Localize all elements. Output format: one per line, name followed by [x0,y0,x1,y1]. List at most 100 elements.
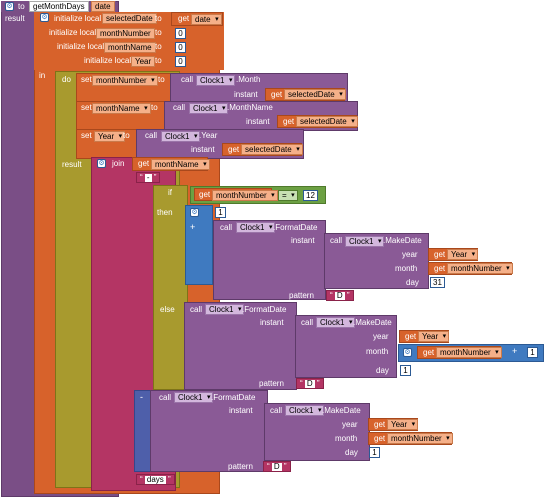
init-value-2[interactable]: 0 [175,28,186,39]
set-to-2: to [151,103,158,112]
else-label: else [160,305,175,314]
init-label-4: initialize local [84,56,132,65]
then-number[interactable]: 1 [215,207,226,218]
call-label-make-then: call [330,236,343,245]
init-label-1: initialize local [54,14,102,23]
init-value-3[interactable]: 0 [175,42,186,53]
call-label-make-else: call [301,318,314,327]
set-label-3: set [81,131,92,140]
get-label-month-else: get [423,348,435,357]
instant-label-2: instant [246,117,270,126]
init-var-3[interactable]: monthName [104,42,156,53]
get-label-month-minus: get [374,434,386,443]
call-label-minus: call [159,393,172,402]
formatdate-else-block[interactable] [184,302,297,390]
day-label-else: day [376,366,389,375]
init-to-4: to [155,56,162,65]
get-selectedDate-dropdown-2[interactable]: selectedDate [296,116,358,127]
proc-result-label: result [5,14,25,23]
init-to-3: to [155,42,162,51]
set-var-3[interactable]: Year [94,131,126,142]
get-label-2: get [283,117,295,126]
init-to-1: to [155,14,162,23]
set-to-3: to [123,131,130,140]
get-year-dropdown-else[interactable]: Year [418,331,450,342]
set-var-1[interactable]: monthNumber [92,75,158,86]
day-label-minus: day [345,448,358,457]
get-month-dropdown-then[interactable]: monthNumber [447,263,513,274]
days-string[interactable]: “ days ” [136,474,175,485]
day-value-else[interactable]: 1 [400,365,411,376]
call-label-1: call [181,75,194,84]
proc-param[interactable]: date [91,1,115,12]
get-date-dropdown[interactable]: date [191,14,222,25]
plus-sign-else: + [512,346,518,356]
init-label-3: initialize local [57,42,105,51]
result-label: result [62,160,82,169]
set-var-2[interactable]: monthName [92,103,151,114]
comp-dropdown-then[interactable]: Clock1 [236,222,276,233]
comp-dropdown-make-minus[interactable]: Clock1 [285,405,325,416]
add-gear-icon-then[interactable]: ⚙ [190,208,199,217]
pattern-string-else[interactable]: “ D ” [296,378,324,389]
year-label-minus: year [342,420,358,429]
add-block-then[interactable] [185,205,213,285]
get-label-year-minus: get [374,420,386,429]
get-label-year-else: get [405,332,417,341]
comp-dropdown-3[interactable]: Clock1 [161,131,201,142]
init-var-4[interactable]: Year [131,56,156,67]
call-label-then: call [220,223,233,232]
get-label-1: get [271,90,283,99]
comp-dropdown-minus[interactable]: Clock1 [174,392,214,403]
init-var-1[interactable]: selectedDate [102,13,157,24]
method-1: .Month [236,75,261,84]
proc-name-field[interactable]: getMonthDays [29,1,89,12]
in-label: in [39,71,46,80]
init-var-2[interactable]: monthNumber [96,28,155,39]
year-label-else: year [373,332,389,341]
method-3: .Year [199,131,218,140]
pattern-string-then[interactable]: “ D ” [326,290,354,301]
comp-dropdown-2[interactable]: Clock1 [189,103,229,114]
init-label-2: initialize local [49,28,97,37]
separator-string[interactable]: “ - ” [136,172,161,183]
comp-dropdown-make-then[interactable]: Clock1 [345,236,385,247]
day-value-then[interactable]: 31 [430,277,445,288]
month-label-minus: month [335,434,358,443]
comp-dropdown-make-else[interactable]: Clock1 [316,317,356,328]
get-label-year-then: get [434,250,446,259]
get-month-dropdown-minus[interactable]: monthNumber [387,433,453,444]
add-gear-icon-else[interactable]: ⚙ [403,348,412,357]
pattern-label-else: pattern [259,379,284,388]
get-year-dropdown-minus[interactable]: Year [387,419,419,430]
formatdate-else-method: .FormatDate [242,305,287,314]
get-month-dropdown-else[interactable]: monthNumber [436,347,502,358]
get-selectedDate-dropdown-1[interactable]: selectedDate [284,89,346,100]
pattern-string-minus[interactable]: “ D ” [263,461,291,472]
get-label-3: get [228,145,240,154]
join-gear-icon[interactable]: ⚙ [97,159,106,168]
get-selectedDate-dropdown-3[interactable]: selectedDate [241,144,303,155]
join-label: join [112,159,125,168]
compare-value[interactable]: 12 [303,190,318,201]
get-monthNumber-dropdown-if[interactable]: monthNumber [212,190,278,201]
call-label-3: call [145,131,158,140]
month-label-then: month [395,264,418,273]
init-value-4[interactable]: 0 [175,56,186,67]
comp-dropdown-1[interactable]: Clock1 [196,75,236,86]
add-value-else[interactable]: 1 [527,347,538,358]
get-monthName-dropdown[interactable]: monthName [151,159,210,170]
instant-label-else: instant [260,318,284,327]
mutator-gear-icon[interactable]: ⚙ [5,2,14,11]
call-label-2: call [173,103,186,112]
comp-dropdown-else[interactable]: Clock1 [205,304,245,315]
call-label-make-minus: call [270,406,283,415]
instant-label-then: instant [291,236,315,245]
init-gear-icon[interactable]: ⚙ [40,13,49,22]
equals-dropdown[interactable]: = [278,190,298,201]
day-value-minus[interactable]: 1 [369,447,380,458]
set-label-1: set [81,75,92,84]
get-year-dropdown-then[interactable]: Year [447,249,479,260]
set-to-1: to [158,75,165,84]
pattern-label-then: pattern [289,291,314,300]
